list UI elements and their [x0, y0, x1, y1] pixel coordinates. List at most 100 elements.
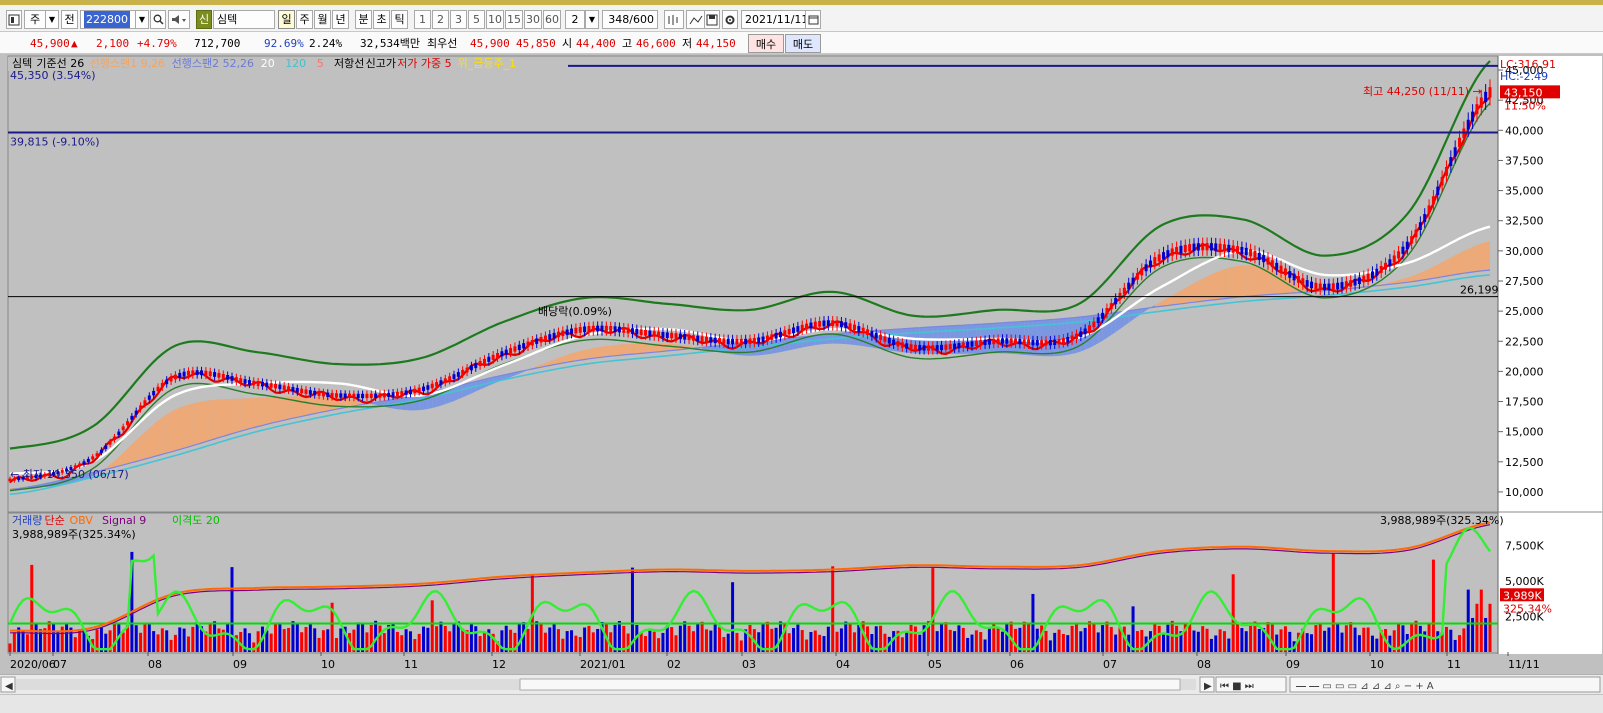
period-dropdown-icon[interactable]: ▼	[45, 10, 59, 29]
stock-chart[interactable]: 심텍 기준선 26 선행스팬1 9,26 선행스팬2 52,26 20 120 5 저항선 신고…	[0, 54, 1603, 674]
candle-body	[269, 383, 273, 388]
period-day[interactable]: 일	[278, 10, 295, 29]
volume-bar	[691, 631, 695, 652]
count-select[interactable]: 2	[565, 10, 585, 29]
candle-body	[152, 390, 156, 396]
code-dropdown-icon[interactable]: ▼	[135, 10, 149, 29]
count-input[interactable]: 348/600	[602, 10, 658, 29]
speaker-icon[interactable]	[168, 10, 190, 29]
volume-bar	[1353, 627, 1357, 652]
interval-5[interactable]: 5	[468, 10, 485, 29]
candle-body	[1305, 280, 1309, 287]
interval-60[interactable]: 60	[543, 10, 561, 29]
period-year[interactable]: 년	[332, 10, 349, 29]
candle-body	[1018, 338, 1022, 345]
candle-body	[1475, 104, 1479, 115]
candle-body	[1144, 264, 1148, 272]
period-second[interactable]: 초	[373, 10, 390, 29]
period-minute[interactable]: 분	[355, 10, 372, 29]
cloud-segment	[153, 420, 158, 457]
cloud-segment	[454, 385, 459, 401]
sell-button[interactable]: 매도	[785, 34, 821, 53]
interval-1[interactable]: 1	[414, 10, 431, 29]
volume-bar	[304, 627, 308, 652]
candle-body	[95, 453, 99, 457]
candle-body	[596, 325, 600, 332]
stock-name-field[interactable]: 심텍	[213, 10, 275, 29]
candle-body	[548, 334, 552, 340]
search-icon[interactable]	[150, 10, 166, 29]
cloud-segment	[1237, 265, 1242, 298]
cloud-segment	[1198, 278, 1203, 302]
candle-body	[1414, 229, 1418, 238]
stock-code-input[interactable]: 222800	[80, 10, 136, 29]
candle-body	[652, 331, 656, 337]
candle-body	[195, 370, 199, 376]
candle-body	[278, 384, 282, 390]
volume-bar	[1201, 626, 1205, 652]
period-week[interactable]: 주	[296, 10, 313, 29]
volume-bar	[1336, 623, 1340, 652]
buy-button[interactable]: 매수	[748, 34, 784, 53]
candle-body	[104, 445, 108, 449]
volume-bar	[983, 639, 987, 652]
candle-body	[1275, 262, 1279, 270]
y-tick-label: 17,500	[1505, 396, 1544, 409]
cloud-segment	[179, 405, 185, 450]
volume-bar	[1209, 638, 1213, 652]
volume-bar	[957, 625, 961, 652]
interval-30[interactable]: 30	[524, 10, 542, 29]
volume-bar	[543, 632, 547, 652]
candle-body	[1353, 278, 1357, 286]
scroll-thumb[interactable]	[519, 678, 1181, 691]
gear-icon[interactable]	[722, 10, 738, 29]
candle-body	[926, 345, 930, 351]
period-tick[interactable]: 틱	[391, 10, 408, 29]
candle-body	[792, 327, 796, 334]
interval-15[interactable]: 15	[505, 10, 523, 29]
volume-bar	[713, 624, 717, 652]
volume-bar	[940, 622, 944, 652]
price-legend-item: 저항선	[334, 57, 364, 70]
candle-body	[879, 334, 883, 341]
candle-body	[448, 376, 452, 382]
interval-3[interactable]: 3	[450, 10, 467, 29]
candle-body	[1162, 252, 1166, 260]
interval-10[interactable]: 10	[486, 10, 504, 29]
line-tool-icon[interactable]	[686, 10, 706, 29]
cloud-segment	[745, 342, 750, 356]
volume-bar	[1083, 627, 1087, 652]
volume-bar	[169, 639, 173, 652]
interval-2[interactable]: 2	[432, 10, 449, 29]
chart-menu-icon[interactable]	[6, 10, 22, 29]
count-dropdown-icon[interactable]: ▼	[585, 10, 599, 29]
save-icon[interactable]	[704, 10, 720, 29]
volume-bar	[670, 627, 674, 652]
chart-scrollbar[interactable]: ◀ ▶ ⏮ ■ ⏭ ⎯⎯ ⎯⎯ ▭ ▭ ▭ ⊿ ⊿ ⊿ ⌕ − + A	[0, 674, 1603, 694]
candle-body	[108, 441, 112, 445]
candle-body	[735, 338, 739, 345]
period-second-label: 초	[376, 13, 387, 26]
volume-bar	[979, 632, 983, 652]
candle-body	[761, 336, 765, 343]
prev-button[interactable]: 전	[61, 10, 78, 29]
candle-body	[82, 461, 86, 465]
chart-add-icon[interactable]	[664, 10, 684, 29]
candle-body	[622, 327, 626, 333]
period-month[interactable]: 월	[314, 10, 331, 29]
candle-body	[408, 389, 412, 395]
volume-bar	[1453, 639, 1457, 652]
volume-bar	[1096, 632, 1100, 652]
cloud-segment	[610, 345, 616, 357]
candle-body	[121, 426, 125, 431]
candle-body	[696, 335, 700, 342]
candle-body	[1092, 321, 1096, 328]
date-input[interactable]: 2021/11/11	[741, 10, 808, 29]
volume-bar	[1061, 633, 1065, 652]
calendar-icon[interactable]	[805, 10, 821, 29]
candle-body	[500, 351, 504, 357]
period-main-select[interactable]: 주	[24, 10, 46, 29]
volume-bar	[1109, 626, 1113, 652]
candle-body	[443, 378, 447, 383]
candle-body	[700, 336, 704, 342]
